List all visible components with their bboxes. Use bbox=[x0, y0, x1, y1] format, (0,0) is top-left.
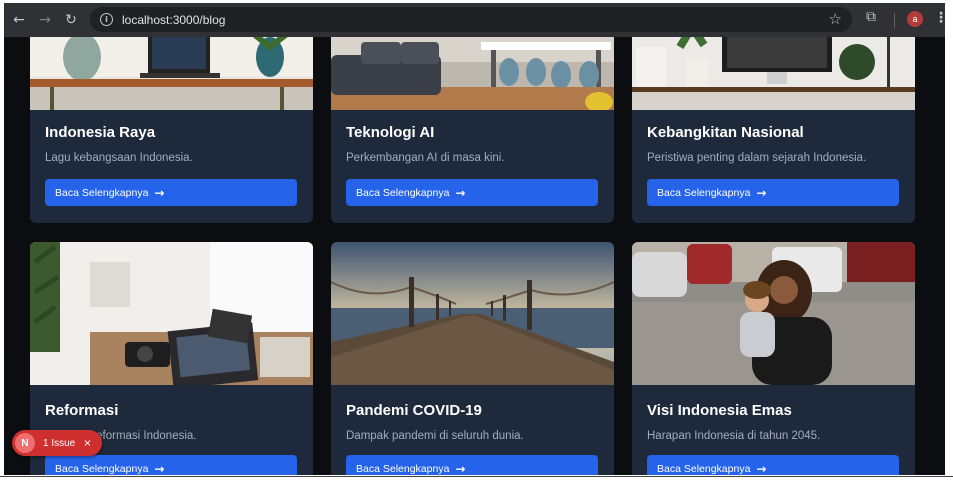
forward-arrow-icon[interactable]: → bbox=[32, 7, 58, 33]
blog-card: Indonesia Raya Lagu kebangsaan Indonesia… bbox=[30, 37, 313, 223]
read-more-button[interactable]: Baca Selengkapnya → bbox=[346, 179, 598, 206]
reload-icon[interactable]: ↻ bbox=[58, 7, 84, 33]
read-more-label: Baca Selengkapnya bbox=[55, 186, 149, 199]
card-image-mother-child-street bbox=[632, 242, 915, 385]
arrow-right-icon: → bbox=[756, 461, 767, 476]
read-more-label: Baca Selengkapnya bbox=[356, 186, 450, 199]
info-icon[interactable]: i bbox=[100, 13, 113, 26]
card-title: Pandemi COVID-19 bbox=[346, 402, 482, 419]
address-bar[interactable]: i localhost:3000/blog ☆ bbox=[90, 7, 852, 32]
arrow-right-icon: → bbox=[154, 185, 165, 200]
card-image-office-sofa bbox=[331, 37, 614, 110]
blog-card: Visi Indonesia Emas Harapan Indonesia di… bbox=[632, 242, 915, 475]
card-title: Indonesia Raya bbox=[45, 124, 156, 141]
card-description: Perkembangan AI di masa kini. bbox=[346, 152, 505, 164]
card-image-desk-laptop bbox=[30, 37, 313, 110]
arrow-right-icon: → bbox=[455, 461, 466, 476]
arrow-right-icon: → bbox=[756, 185, 767, 200]
read-more-label: Baca Selengkapnya bbox=[657, 186, 751, 199]
read-more-label: Baca Selengkapnya bbox=[55, 462, 149, 475]
card-image-pier-sunset bbox=[331, 242, 614, 385]
card-image-desk-imac bbox=[632, 37, 915, 110]
read-more-button[interactable]: Baca Selengkapnya → bbox=[647, 179, 899, 206]
card-image-office-workspace bbox=[30, 242, 313, 385]
blog-card: Pandemi COVID-19 Dampak pandemi di selur… bbox=[331, 242, 614, 475]
arrow-right-icon: → bbox=[455, 185, 466, 200]
star-icon[interactable]: ☆ bbox=[829, 10, 842, 28]
browser-window: ← → ↻ i localhost:3000/blog ☆ ⧉ a ⋮ Indo… bbox=[4, 3, 945, 475]
card-description: Dampak pandemi di seluruh dunia. bbox=[346, 430, 524, 442]
read-more-label: Baca Selengkapnya bbox=[657, 462, 751, 475]
card-title: Reformasi bbox=[45, 402, 119, 419]
issue-count-label[interactable]: 1 Issue bbox=[43, 438, 75, 449]
arrow-right-icon: → bbox=[154, 461, 165, 476]
nextjs-issue-badge[interactable]: N 1 Issue × bbox=[12, 430, 102, 456]
frame-divider bbox=[0, 476, 953, 477]
url-text[interactable]: localhost:3000/blog bbox=[122, 13, 225, 27]
menu-dots-icon[interactable]: ⋮ bbox=[934, 10, 945, 26]
profile-avatar[interactable]: a bbox=[907, 11, 923, 27]
read-more-button[interactable]: Baca Selengkapnya → bbox=[45, 179, 297, 206]
toolbar-separator bbox=[894, 13, 895, 28]
read-more-button[interactable]: Baca Selengkapnya → bbox=[45, 455, 297, 475]
blog-card: Teknologi AI Perkembangan AI di masa kin… bbox=[331, 37, 614, 223]
card-description: Peristiwa penting dalam sejarah Indonesi… bbox=[647, 152, 867, 164]
card-title: Kebangkitan Nasional bbox=[647, 124, 804, 141]
read-more-label: Baca Selengkapnya bbox=[356, 462, 450, 475]
close-icon[interactable]: × bbox=[83, 438, 91, 449]
extensions-puzzle-icon[interactable]: ⧉ bbox=[866, 9, 882, 29]
blog-card: Kebangkitan Nasional Peristiwa penting d… bbox=[632, 37, 915, 223]
back-arrow-icon[interactable]: ← bbox=[6, 7, 32, 33]
read-more-button[interactable]: Baca Selengkapnya → bbox=[346, 455, 598, 475]
read-more-button[interactable]: Baca Selengkapnya → bbox=[647, 455, 899, 475]
card-description: Harapan Indonesia di tahun 2045. bbox=[647, 430, 821, 442]
browser-toolbar: ← → ↻ i localhost:3000/blog ☆ ⧉ a ⋮ bbox=[4, 3, 945, 37]
card-title: Teknologi AI bbox=[346, 124, 435, 141]
card-title: Visi Indonesia Emas bbox=[647, 402, 792, 419]
card-description: Lagu kebangsaan Indonesia. bbox=[45, 152, 193, 164]
page-viewport: Indonesia Raya Lagu kebangsaan Indonesia… bbox=[4, 37, 945, 475]
nextjs-logo-icon: N bbox=[15, 433, 35, 453]
